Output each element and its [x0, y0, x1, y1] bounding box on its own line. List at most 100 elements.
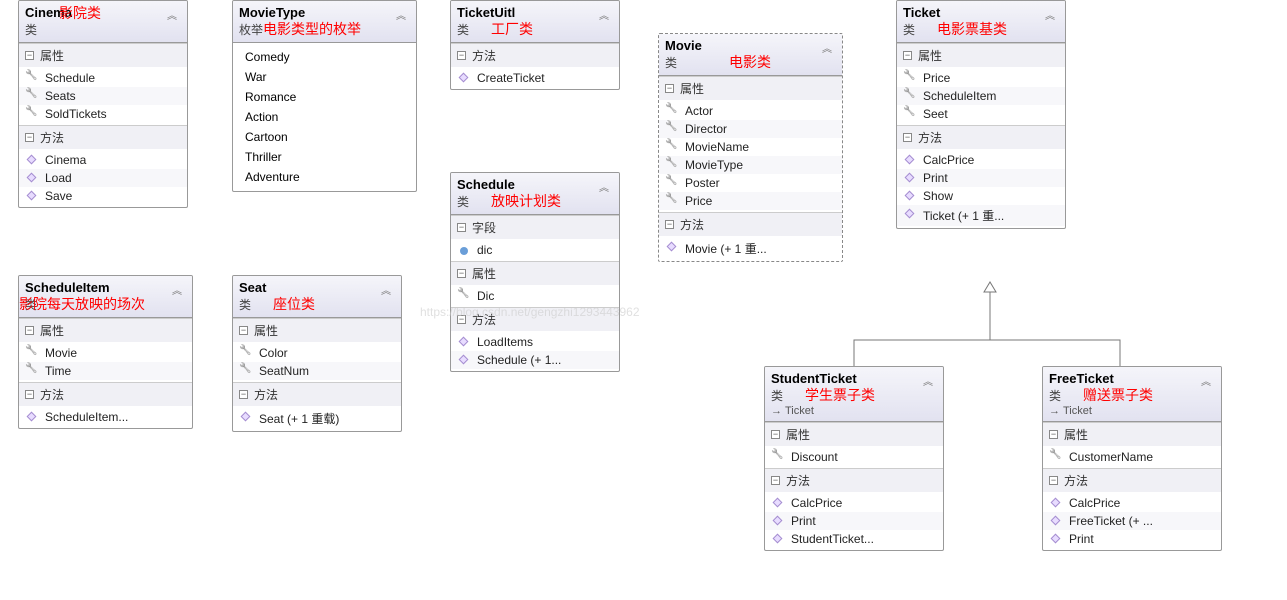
enum-item: Thriller [245, 147, 404, 167]
section-properties[interactable]: −属性 [19, 318, 192, 342]
class-type: 类 [457, 21, 613, 38]
enum-item: Comedy [245, 47, 404, 67]
method-item: Seat (+ 1 重载) [233, 408, 401, 429]
class-type: 类 [239, 296, 395, 313]
property-item: Schedule [19, 69, 187, 87]
class-type: 类 [25, 21, 181, 38]
chevron-up-icon[interactable]: ︽ [822, 40, 836, 50]
section-methods[interactable]: −方法 [1043, 468, 1221, 492]
property-item: Movie [19, 344, 192, 362]
method-item: Print [765, 512, 943, 530]
section-fields[interactable]: −字段 [451, 215, 619, 239]
section-methods[interactable]: −方法 [451, 43, 619, 67]
property-item: ScheduleItem [897, 87, 1065, 105]
method-item: Cinema [19, 151, 187, 169]
chevron-up-icon[interactable]: ︽ [923, 373, 937, 383]
enum-item: Romance [245, 87, 404, 107]
class-movietype[interactable]: MovieType 枚举 电影类型的枚举 ︽ Comedy War Romanc… [232, 0, 417, 192]
method-item: Schedule (+ 1... [451, 351, 619, 369]
section-properties[interactable]: −属性 [1043, 422, 1221, 446]
property-item: Price [897, 69, 1065, 87]
method-item: CreateTicket [451, 69, 619, 87]
class-ticket[interactable]: Ticket 类 电影票基类 ︽ −属性 Price ScheduleItem … [896, 0, 1066, 229]
property-item: SeatNum [233, 362, 401, 380]
method-item: Movie (+ 1 重... [659, 238, 842, 259]
red-label: 影院类 [59, 3, 101, 23]
enum-item: Cartoon [245, 127, 404, 147]
chevron-up-icon[interactable]: ︽ [381, 282, 395, 292]
section-properties[interactable]: −属性 [233, 318, 401, 342]
class-name: Cinema [25, 5, 181, 20]
method-item: Show [897, 187, 1065, 205]
method-item: StudentTicket... [765, 530, 943, 548]
class-name: FreeTicket [1049, 371, 1215, 386]
red-label: 赠送票子类 [1083, 385, 1153, 405]
chevron-up-icon[interactable]: ︽ [167, 7, 181, 17]
class-ticketuitl[interactable]: TicketUitl 类 工厂类 ︽ −方法 CreateTicket [450, 0, 620, 90]
section-methods[interactable]: −方法 [19, 382, 192, 406]
inherits-label: →Ticket [771, 405, 937, 417]
property-item: Color [233, 344, 401, 362]
chevron-up-icon[interactable]: ︽ [1045, 7, 1059, 17]
class-name: Seat [239, 280, 395, 295]
class-freeticket[interactable]: FreeTicket 类 →Ticket 赠送票子类 ︽ −属性 Custome… [1042, 366, 1222, 551]
class-name: ScheduleItem [25, 280, 186, 295]
section-properties[interactable]: −属性 [19, 43, 187, 67]
class-name: Schedule [457, 177, 613, 192]
property-item: Discount [765, 448, 943, 466]
red-label: 电影类 [729, 52, 771, 72]
class-schedule[interactable]: Schedule 类 放映计划类 ︽ −字段 dic −属性 Dic −方法 L… [450, 172, 620, 372]
property-item: Time [19, 362, 192, 380]
class-name: Movie [665, 38, 836, 53]
class-studentticket[interactable]: StudentTicket 类 →Ticket 学生票子类 ︽ −属性 Disc… [764, 366, 944, 551]
inherits-label: →Ticket [1049, 405, 1215, 417]
section-methods[interactable]: −方法 [897, 125, 1065, 149]
section-methods[interactable]: −方法 [659, 212, 842, 236]
class-name: StudentTicket [771, 371, 937, 386]
section-properties[interactable]: −属性 [659, 76, 842, 100]
class-scheduleitem[interactable]: ScheduleItem 类 影院每天放映的场次 ︽ −属性 Movie Tim… [18, 275, 193, 429]
class-name: TicketUitl [457, 5, 613, 20]
red-label: 座位类 [273, 294, 315, 314]
class-seat[interactable]: Seat 类 座位类 ︽ −属性 Color SeatNum −方法 Seat … [232, 275, 402, 432]
method-item: Load [19, 169, 187, 187]
class-name: MovieType [239, 5, 410, 20]
chevron-up-icon[interactable]: ︽ [1201, 373, 1215, 383]
property-item: Poster [659, 174, 842, 192]
property-item: MovieName [659, 138, 842, 156]
class-cinema[interactable]: Cinema 类 影院类 ︽ −属性 Schedule Seats SoldTi… [18, 0, 188, 208]
property-item: Seats [19, 87, 187, 105]
red-label: 电影票基类 [937, 19, 1007, 39]
property-item: Dic [451, 287, 619, 305]
red-label: 放映计划类 [491, 191, 561, 211]
enum-item: Action [245, 107, 404, 127]
field-item: dic [451, 241, 619, 259]
class-movie[interactable]: Movie 类 电影类 ︽ −属性 Actor Director MovieNa… [658, 33, 843, 262]
enum-item: Adventure [245, 167, 404, 187]
section-properties[interactable]: −属性 [765, 422, 943, 446]
chevron-up-icon[interactable]: ︽ [396, 7, 410, 17]
method-item: Print [897, 169, 1065, 187]
section-properties[interactable]: −属性 [451, 261, 619, 285]
watermark: https://blog.csdn.net/gengzhi1293443962 [420, 305, 640, 319]
method-item: CalcPrice [765, 494, 943, 512]
method-item: CalcPrice [1043, 494, 1221, 512]
method-item: ScheduleItem... [19, 408, 192, 426]
section-methods[interactable]: −方法 [765, 468, 943, 492]
section-methods[interactable]: −方法 [19, 125, 187, 149]
method-item: CalcPrice [897, 151, 1065, 169]
section-methods[interactable]: −方法 [233, 382, 401, 406]
property-item: Actor [659, 102, 842, 120]
red-label: 工厂类 [491, 19, 533, 39]
red-label: 电影类型的枚举 [263, 19, 361, 39]
method-item: Print [1043, 530, 1221, 548]
property-item: Price [659, 192, 842, 210]
property-item: MovieType [659, 156, 842, 174]
section-properties[interactable]: −属性 [897, 43, 1065, 67]
chevron-up-icon[interactable]: ︽ [172, 282, 186, 292]
method-item: LoadItems [451, 333, 619, 351]
property-item: SoldTickets [19, 105, 187, 123]
chevron-up-icon[interactable]: ︽ [599, 179, 613, 189]
method-item: Ticket (+ 1 重... [897, 205, 1065, 226]
chevron-up-icon[interactable]: ︽ [599, 7, 613, 17]
